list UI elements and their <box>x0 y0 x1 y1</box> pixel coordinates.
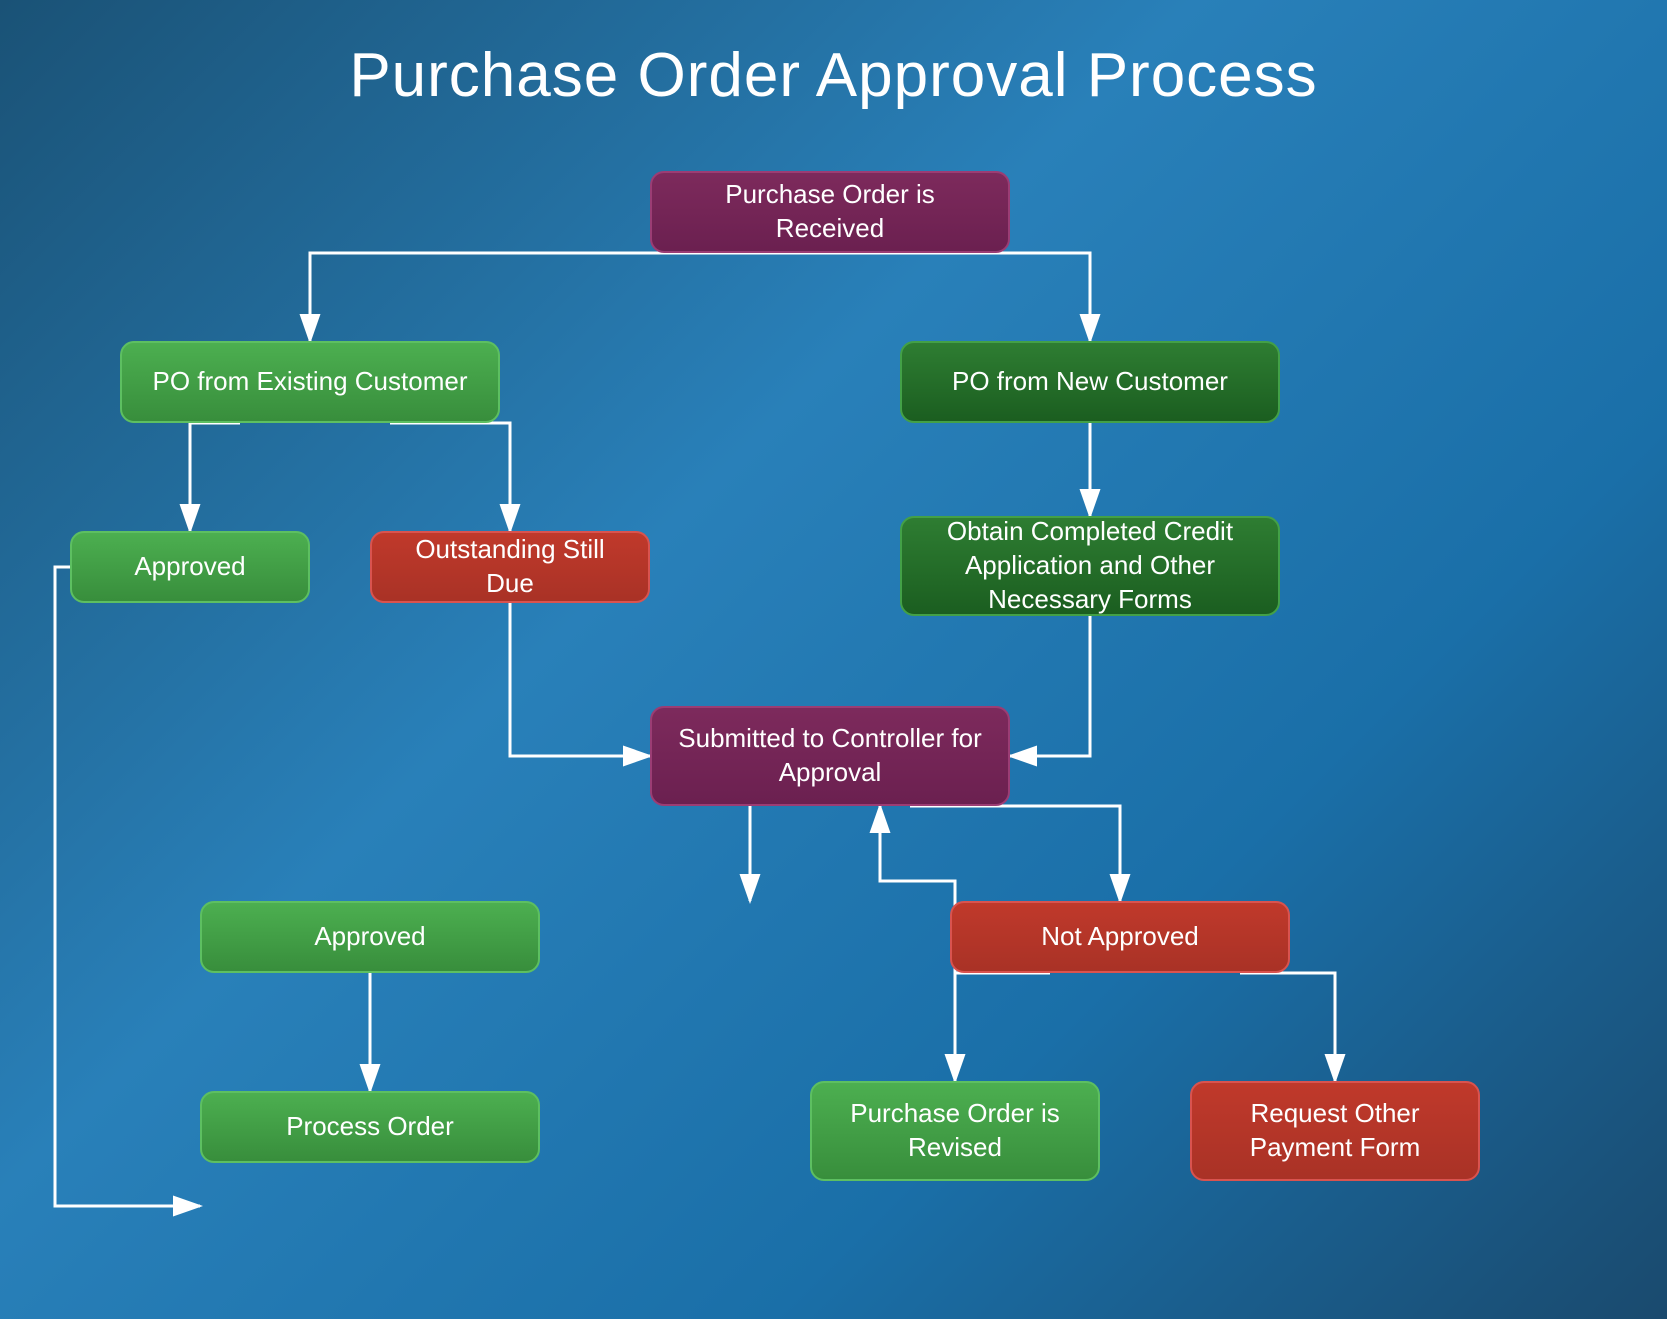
node-other-payment: Request Other Payment Form <box>1190 1081 1480 1181</box>
node-obtain-credit: Obtain Completed Credit Application and … <box>900 516 1280 616</box>
diagram-area: Purchase Order is Received PO from Exist… <box>0 141 1667 1301</box>
node-approved2: Approved <box>200 901 540 973</box>
node-outstanding: Outstanding Still Due <box>370 531 650 603</box>
node-not-approved: Not Approved <box>950 901 1290 973</box>
node-submitted: Submitted to Controller for Approval <box>650 706 1010 806</box>
node-process-order: Process Order <box>200 1091 540 1163</box>
node-approved1: Approved <box>70 531 310 603</box>
node-po-new: PO from New Customer <box>900 341 1280 423</box>
node-po-existing: PO from Existing Customer <box>120 341 500 423</box>
node-po-revised: Purchase Order is Revised <box>810 1081 1100 1181</box>
node-po-received: Purchase Order is Received <box>650 171 1010 253</box>
page-title: Purchase Order Approval Process <box>0 0 1667 141</box>
